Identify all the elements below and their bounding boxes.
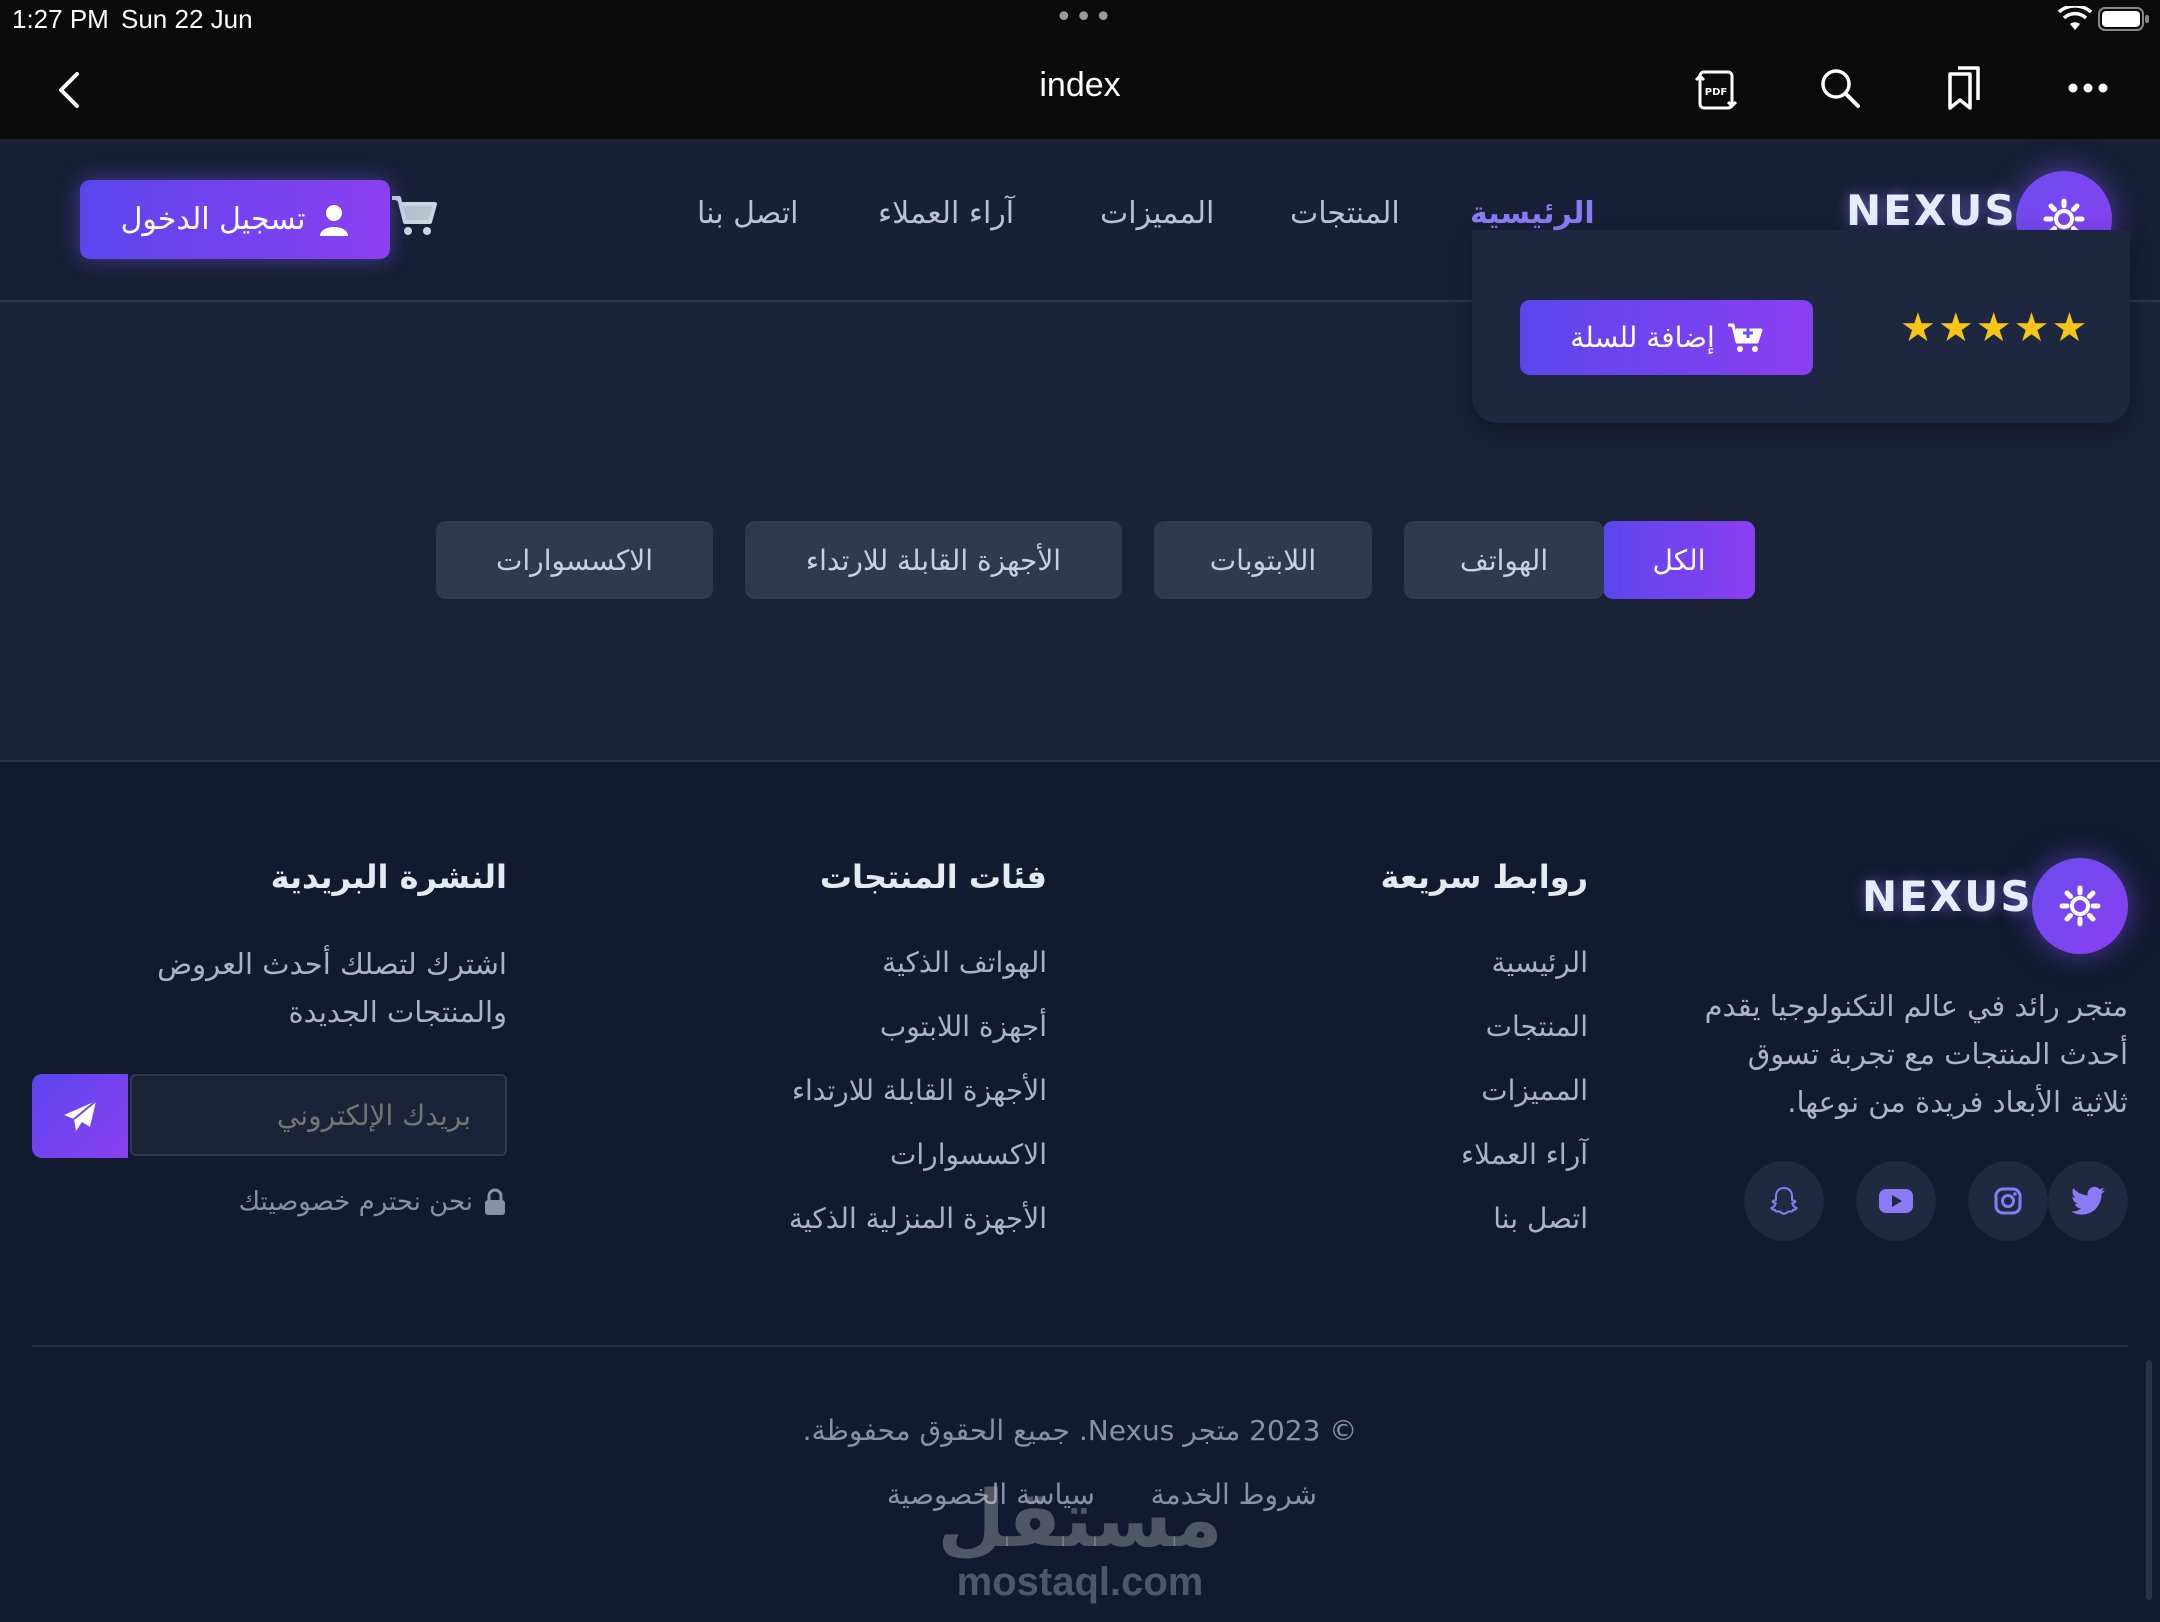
multitask-dots-icon[interactable]: ••• <box>1055 3 1114 33</box>
login-button-label: تسجيل الدخول <box>120 202 306 237</box>
instagram-button[interactable] <box>1968 1161 2048 1241</box>
cart-icon[interactable] <box>390 194 438 238</box>
instagram-icon <box>1994 1187 2022 1215</box>
newsletter-text: اشترك لتصلك أحدث العروض والمنتجات الجديد… <box>27 940 507 1036</box>
nav-link-contact[interactable]: اتصل بنا <box>697 196 799 231</box>
footer-description-line: أحدث المنتجات مع تجربة تسوق <box>1747 1037 2128 1071</box>
snapchat-button[interactable] <box>1744 1161 1824 1241</box>
watermark-latin: mostaql.com <box>956 1560 1204 1604</box>
user-icon <box>320 204 349 236</box>
newsletter-submit-button[interactable] <box>32 1074 128 1158</box>
svg-text:PDF: PDF <box>1705 87 1727 98</box>
paper-plane-icon <box>64 1100 97 1131</box>
snapchat-icon <box>1770 1187 1798 1215</box>
newsletter-email-input[interactable] <box>130 1074 507 1156</box>
copyright-text: © 2023 متجر Nexus. جميع الحقوق محفوظة. <box>802 1414 1358 1447</box>
page-scrollbar[interactable] <box>2146 1360 2152 1600</box>
footer-category-link[interactable]: الأجهزة القابلة للارتداء <box>792 1074 1047 1107</box>
newsletter-title: النشرة البريدية <box>270 858 507 896</box>
status-time: 1:27 PM <box>12 4 109 34</box>
bookmarks-icon[interactable] <box>1942 64 1986 114</box>
newsletter-text-line: والمنتجات الجديدة <box>288 995 507 1029</box>
pdf-convert-icon[interactable]: PDF <box>1694 66 1738 114</box>
footer-category-link[interactable]: الهواتف الذكية <box>882 946 1047 979</box>
login-button[interactable]: تسجيل الدخول <box>80 180 390 259</box>
nav-link-testimonials[interactable]: آراء العملاء <box>878 196 1014 231</box>
watermark: مستقل mostaql.com <box>0 1480 2160 1604</box>
brand-name[interactable]: NEXUS <box>1846 186 2017 235</box>
rating-stars: ★★★★★ <box>1900 305 2090 351</box>
footer-category-link[interactable]: أجهزة اللابتوب <box>880 1010 1047 1043</box>
cart-plus-icon <box>1727 323 1763 352</box>
footer-link-testimonials[interactable]: آراء العملاء <box>1461 1138 1588 1171</box>
twitter-button[interactable] <box>2048 1161 2128 1241</box>
footer-brand-name: NEXUS <box>1862 872 2033 921</box>
footer-link-products[interactable]: المنتجات <box>1486 1010 1588 1043</box>
watermark-arabic: مستقل <box>937 1475 1223 1565</box>
nav-link-home[interactable]: الرئيسية <box>1470 196 1595 231</box>
youtube-button[interactable] <box>1856 1161 1936 1241</box>
search-icon[interactable] <box>1818 66 1862 110</box>
filter-tab-all[interactable]: الكل <box>1603 521 1755 599</box>
filter-tab-accessories[interactable]: الاكسسوارات <box>436 521 713 599</box>
footer-link-features[interactable]: المميزات <box>1481 1074 1588 1107</box>
filter-tab-laptops[interactable]: اللابتوبات <box>1154 521 1372 599</box>
lock-icon <box>485 1188 505 1215</box>
footer-category-link[interactable]: الاكسسوارات <box>890 1138 1047 1171</box>
add-to-cart-button[interactable]: إضافة للسلة <box>1520 300 1813 375</box>
footer-description: متجر رائد في عالم التكنولوجيا يقدم أحدث … <box>1608 982 2128 1126</box>
nav-link-features[interactable]: المميزات <box>1100 196 1214 231</box>
gear-icon <box>2059 885 2101 927</box>
privacy-note-text: نحن نحترم خصوصيتك <box>238 1187 473 1217</box>
footer-description-line: ثلاثية الأبعاد فريدة من نوعها. <box>1787 1085 2128 1119</box>
add-to-cart-label: إضافة للسلة <box>1570 321 1715 354</box>
categories-title: فئات المنتجات <box>819 858 1047 896</box>
footer-link-contact[interactable]: اتصل بنا <box>1493 1202 1588 1235</box>
footer-link-home[interactable]: الرئيسية <box>1492 946 1588 979</box>
youtube-icon <box>1879 1189 1913 1213</box>
newsletter-text-line: اشترك لتصلك أحدث العروض <box>157 947 507 981</box>
battery-icon <box>2098 7 2149 31</box>
more-icon[interactable] <box>2066 78 2110 98</box>
filter-tab-wearables[interactable]: الأجهزة القابلة للارتداء <box>745 521 1122 599</box>
footer-description-line: متجر رائد في عالم التكنولوجيا يقدم <box>1704 989 2128 1023</box>
wifi-icon <box>2058 6 2092 30</box>
footer-brand-logo <box>2032 858 2128 954</box>
nav-link-products[interactable]: المنتجات <box>1290 196 1400 231</box>
status-date: Sun 22 Jun <box>121 4 253 34</box>
filter-tab-phones[interactable]: الهواتف <box>1404 521 1604 599</box>
privacy-note: نحن نحترم خصوصيتك <box>239 1187 507 1217</box>
twitter-icon <box>2071 1186 2105 1215</box>
footer-category-link[interactable]: الأجهزة المنزلية الذكية <box>789 1202 1047 1235</box>
footer-divider <box>32 1345 2128 1347</box>
quick-links-title: روابط سريعة <box>1380 858 1588 896</box>
